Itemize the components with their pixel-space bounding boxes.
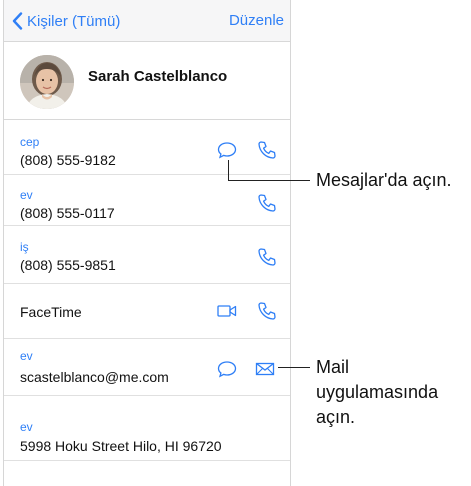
- avatar: [20, 55, 74, 109]
- field-label: cep: [20, 135, 40, 149]
- field-label: iş: [20, 240, 29, 254]
- field-row-home[interactable]: ev (808) 555-0117: [4, 175, 290, 226]
- callout-mail-line2: uygulamasında: [316, 382, 439, 402]
- phone-icon[interactable]: [256, 139, 278, 161]
- field-row-email[interactable]: ev scastelblanco@me.com: [4, 339, 290, 396]
- field-label: ev: [20, 349, 33, 363]
- callout-mail-line3: açın.: [316, 407, 356, 427]
- field-label: ev: [20, 188, 33, 202]
- field-value: (808) 555-0117: [20, 205, 115, 221]
- callout-leader-messages: [228, 180, 310, 181]
- contact-name: Sarah Castelblanco: [88, 68, 228, 85]
- navigation-bar: Kişiler (Tümü) Düzenle: [4, 0, 290, 42]
- back-button[interactable]: Kişiler (Tümü): [12, 11, 120, 31]
- field-row-address[interactable]: ev 5998 Hoku Street Hilo, HI 96720: [4, 396, 290, 461]
- field-value: (808) 555-9851: [20, 257, 116, 273]
- callout-messages: Mesajlar'da açın.: [316, 170, 452, 190]
- mail-icon[interactable]: [254, 358, 276, 380]
- field-value: 5998 Hoku Street Hilo, HI 96720: [20, 438, 222, 454]
- field-row-work[interactable]: iş (808) 555-9851: [4, 226, 290, 284]
- edit-button[interactable]: Düzenle: [229, 12, 284, 29]
- field-value: FaceTime: [20, 304, 82, 320]
- field-label: ev: [20, 420, 33, 434]
- callout-leader-mail: [278, 367, 310, 368]
- chevron-left-icon: [12, 12, 23, 30]
- message-icon[interactable]: [216, 139, 238, 161]
- message-icon[interactable]: [216, 358, 238, 380]
- phone-icon[interactable]: [256, 192, 278, 214]
- field-row-mobile[interactable]: cep (808) 555-9182: [4, 120, 290, 175]
- back-button-label: Kişiler (Tümü): [27, 12, 121, 30]
- contact-card-screen: Kişiler (Tümü) Düzenle Sarah Castelblanc…: [3, 0, 291, 486]
- contact-header: Sarah Castelblanco: [4, 42, 290, 120]
- callout-leader-messages: [228, 160, 229, 180]
- field-row-facetime[interactable]: FaceTime: [4, 284, 290, 339]
- callout-mail-line1: Mail: [316, 357, 350, 377]
- field-value: (808) 555-9182: [20, 152, 116, 168]
- video-icon[interactable]: [216, 300, 238, 322]
- contact-photo: [20, 55, 74, 109]
- phone-icon[interactable]: [256, 300, 278, 322]
- phone-icon[interactable]: [256, 246, 278, 268]
- field-value: scastelblanco@me.com: [20, 369, 169, 385]
